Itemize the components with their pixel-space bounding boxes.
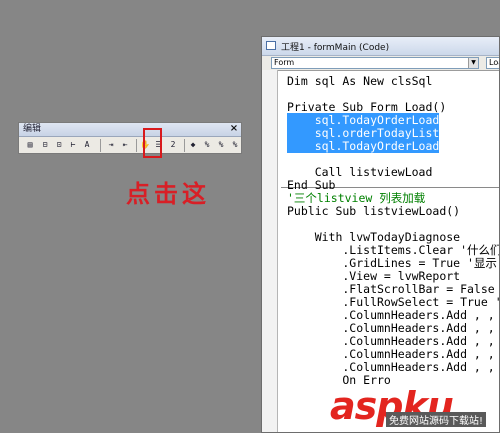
selected-code-text: sql.TodayOrderLoad	[287, 139, 440, 153]
code-text: .GridLines = True '显示	[287, 256, 497, 270]
toolbar-separator	[100, 139, 101, 152]
quick-info-icon[interactable]: ⊡	[53, 139, 65, 151]
code-text: Public Sub listviewLoad()	[287, 204, 461, 218]
code-text: .ColumnHeaders.Add , ,	[287, 347, 495, 361]
object-combo[interactable]: Form ▼	[271, 57, 479, 69]
code-window-title: 工程1 - formMain (Code)	[281, 43, 390, 53]
code-text: With lvwTodayDiagnose	[287, 230, 461, 244]
chevron-down-icon[interactable]: ▼	[468, 58, 478, 68]
selected-code-text: sql.TodayOrderLoad	[287, 113, 440, 127]
code-text: .ColumnHeaders.Add , ,	[287, 308, 495, 322]
code-text: .ColumnHeaders.Add , ,	[287, 360, 495, 374]
highlight-box	[143, 128, 162, 158]
code-editor[interactable]: Dim sql As New clsSql Private Sub Form_Lo…	[287, 74, 500, 387]
code-text: '三个listview 列表加载	[287, 191, 426, 205]
code-text: Dim sql As New clsSql	[287, 74, 433, 88]
combo-bar: Form ▼ Load	[262, 56, 499, 71]
code-window-icon	[266, 41, 276, 50]
code-text: .ColumnHeaders.Add , ,	[287, 334, 495, 348]
code-text: .View = lvwReport	[287, 269, 461, 283]
code-text: .FlatScrollBar = False	[287, 282, 495, 296]
toolbar-buttons: ▤ ⊟ ⊡ ⊢ A ⇥ ⇤ ✋ ☰ 2 ◆%%%	[23, 138, 237, 153]
complete-word-icon[interactable]: A	[81, 139, 93, 151]
annotation-text: 点击这	[126, 179, 210, 208]
selected-code-text: sql.orderTodayList	[287, 126, 440, 140]
clear-bookmarks-icon[interactable]: %	[229, 139, 241, 151]
code-text: End Sub	[287, 178, 336, 192]
toggle-bookmark-icon[interactable]: ◆	[187, 139, 199, 151]
code-window: 工程1 - formMain (Code) Form ▼ Load Dim sq…	[261, 36, 500, 433]
code-window-titlebar[interactable]: 工程1 - formMain (Code)	[262, 37, 499, 56]
watermark-slogan: 免费网站源码下载站!	[386, 412, 487, 427]
procedure-combo-value: Load	[489, 58, 499, 67]
uncomment-block-icon[interactable]: 2	[167, 139, 179, 151]
code-text: .FullRowSelect = True '	[287, 295, 500, 309]
code-line[interactable]: Public Sub listviewLoad()	[287, 204, 499, 218]
list-constants-icon[interactable]: ⊟	[39, 139, 51, 151]
toolbar-separator	[184, 139, 185, 152]
object-combo-value: Form	[274, 58, 295, 67]
code-line[interactable]: Dim sql As New clsSql	[287, 74, 499, 88]
toolbar-title: 编辑	[23, 124, 42, 134]
edit-toolbar: 编辑 × ▤ ⊟ ⊡ ⊢ A ⇥ ⇤ ✋ ☰ 2 ◆%%%	[18, 122, 242, 154]
code-text: Private Sub Form_Load()	[287, 100, 447, 114]
close-icon[interactable]: ×	[229, 124, 239, 134]
parameter-info-icon[interactable]: ⊢	[67, 139, 79, 151]
next-bookmark-icon[interactable]: %	[201, 139, 213, 151]
code-text: .ColumnHeaders.Add , ,	[287, 321, 495, 335]
list-properties-icon[interactable]: ▤	[24, 139, 36, 151]
previous-bookmark-icon[interactable]: %	[215, 139, 227, 151]
outdent-icon[interactable]: ⇤	[119, 139, 131, 151]
margin-indicator-bar[interactable]	[262, 70, 278, 432]
indent-icon[interactable]: ⇥	[105, 139, 117, 151]
toolbar-separator	[136, 139, 137, 152]
code-text: Call listviewLoad	[287, 165, 433, 179]
code-line[interactable]: sql.TodayOrderLoad	[287, 139, 499, 153]
toolbar-titlebar[interactable]: 编辑 ×	[19, 123, 241, 137]
procedure-combo[interactable]: Load	[486, 57, 499, 69]
code-text: .ListItems.Clear '什么们	[287, 243, 500, 257]
